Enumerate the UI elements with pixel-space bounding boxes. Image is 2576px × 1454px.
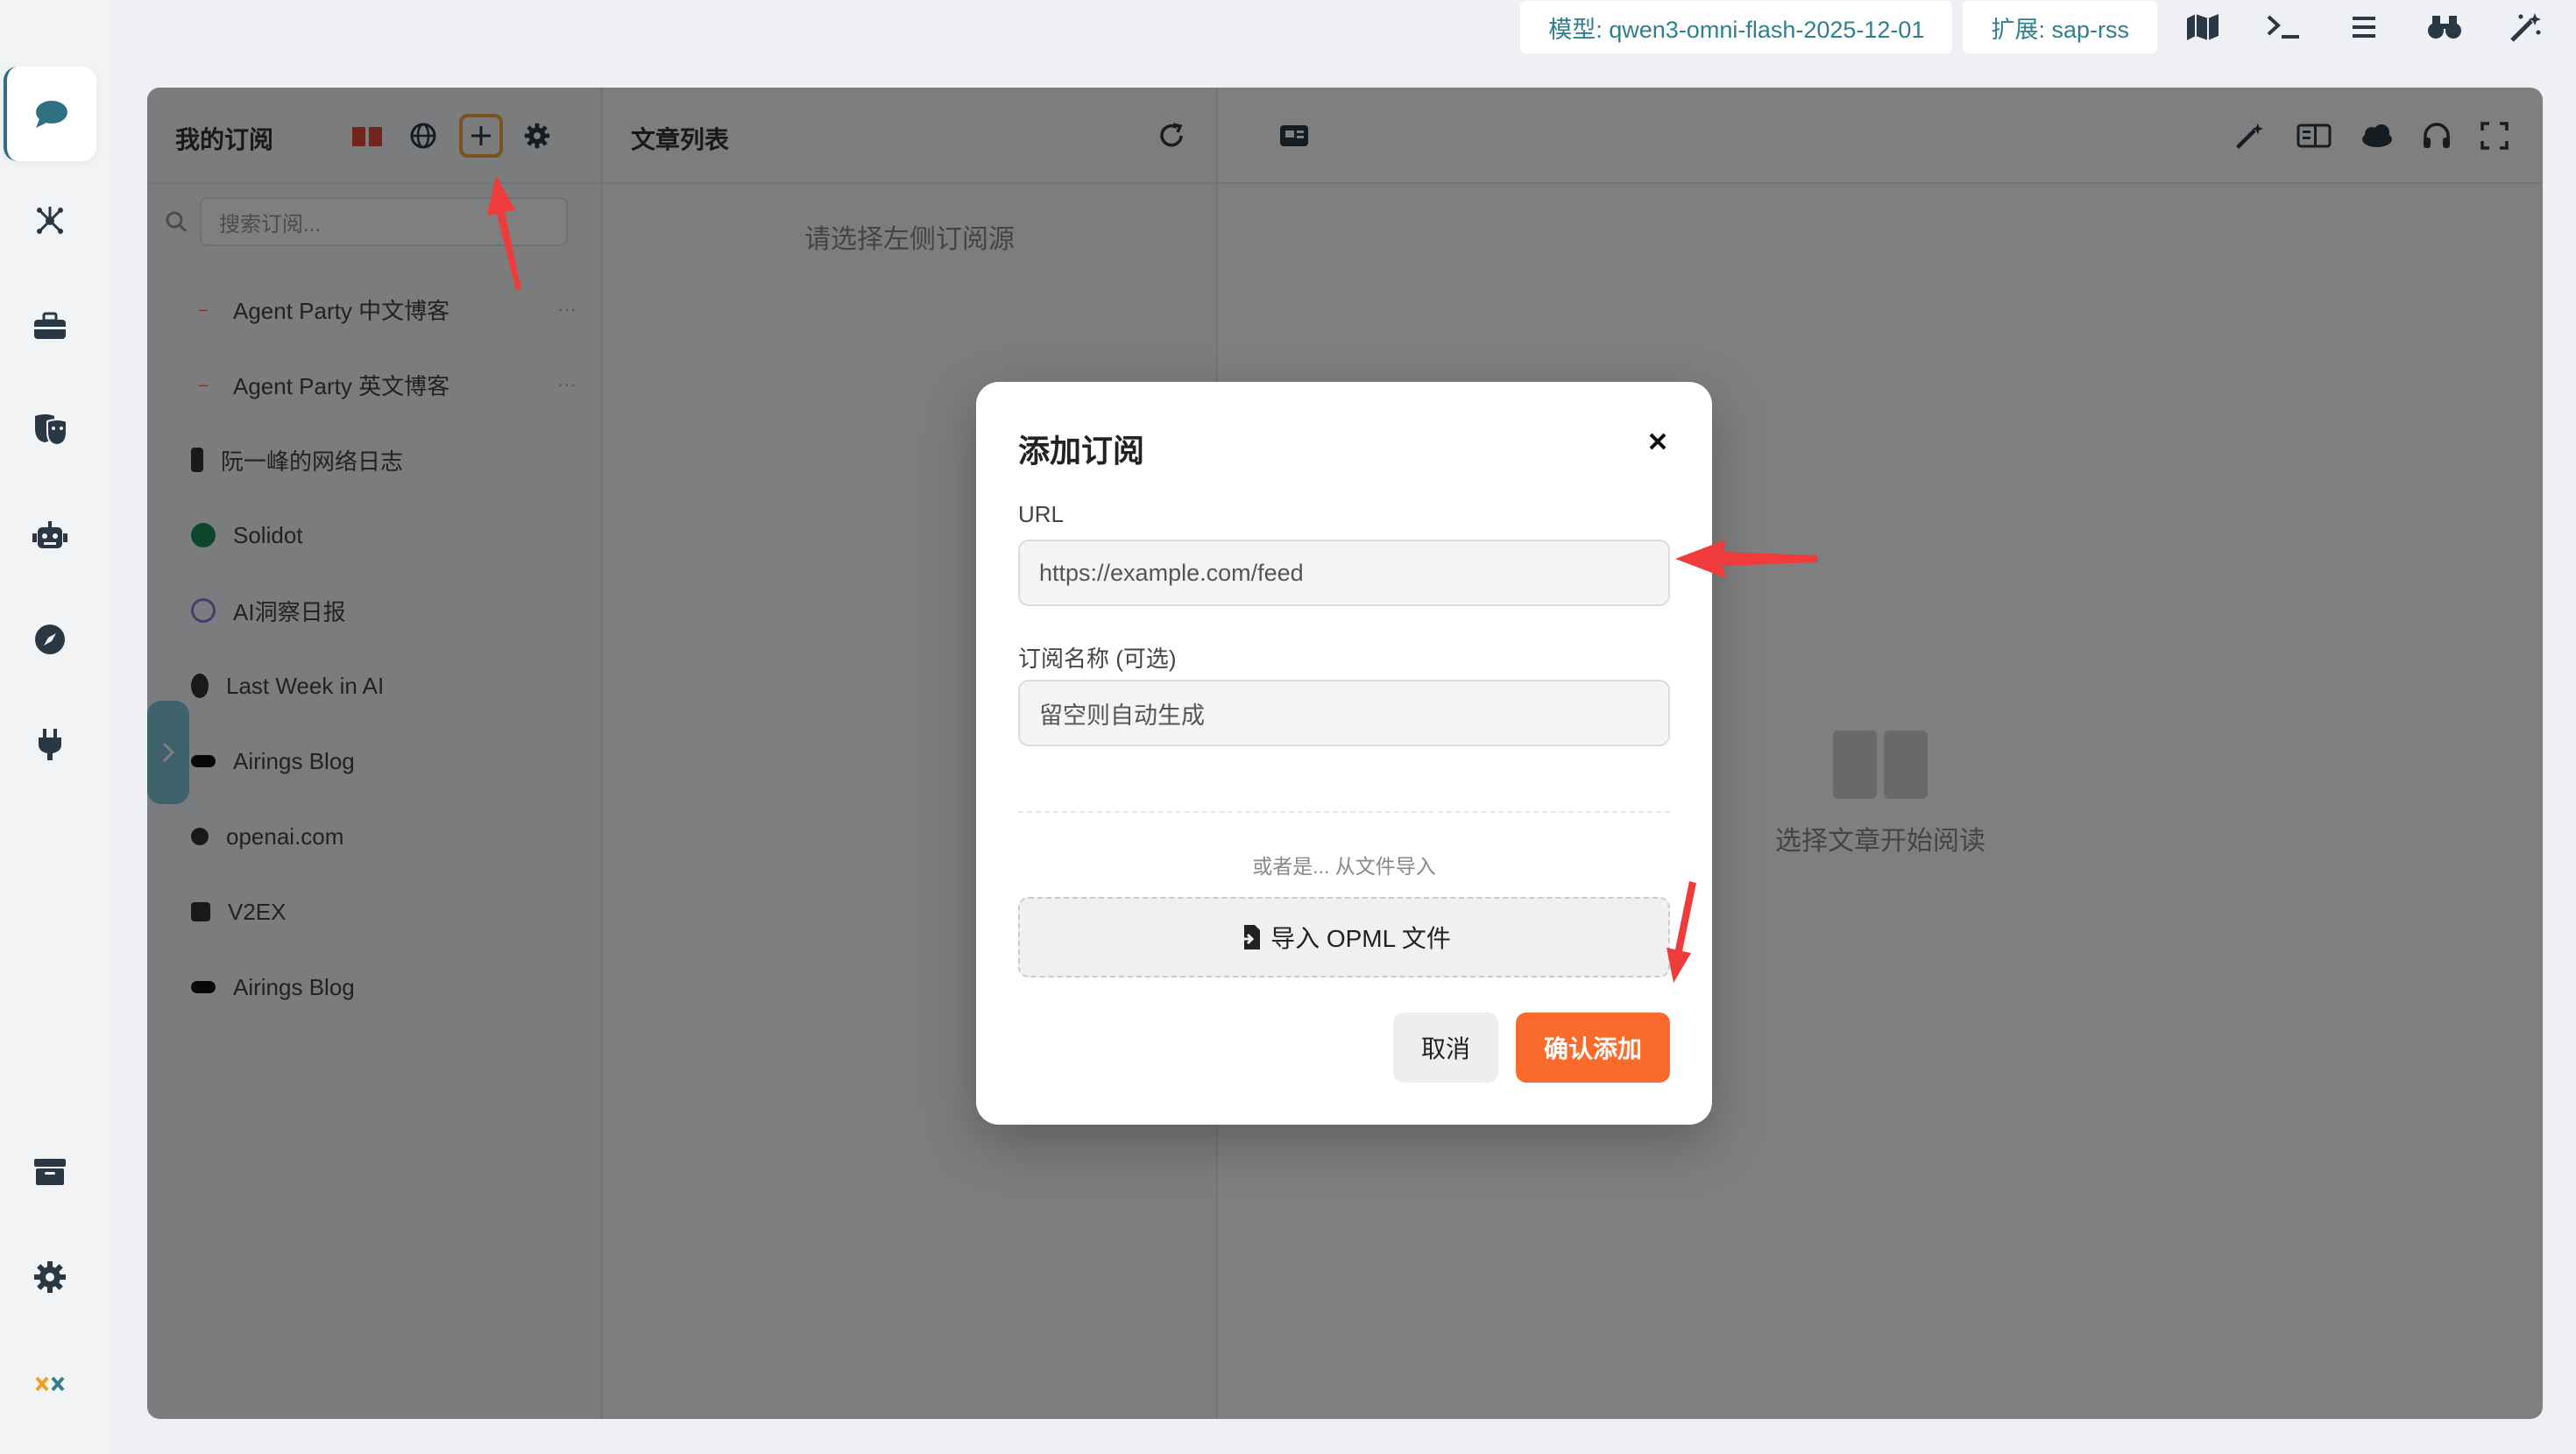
chat-bubble-icon <box>36 101 67 128</box>
annotation-arrow-icon <box>1675 540 1817 578</box>
terminal-icon[interactable] <box>2248 1 2318 53</box>
confirm-add-button[interactable]: 确认添加 <box>1516 1013 1670 1083</box>
import-opml-label: 导入 OPML 文件 <box>1270 925 1451 952</box>
annotation-arrow-icon <box>487 175 521 291</box>
model-selector[interactable]: 模型: qwen3-omni-flash-2025-12-01 <box>1520 1 1953 53</box>
close-icon <box>1649 433 1667 450</box>
archive-icon <box>34 1159 66 1185</box>
sidebar-item-archive[interactable] <box>4 1125 96 1219</box>
sidebar-item-plugins[interactable] <box>4 697 96 792</box>
sidebar-item-toolbox[interactable] <box>4 279 96 373</box>
url-input[interactable]: https://example.com/feed <box>1018 540 1670 606</box>
file-import-icon <box>1239 925 1261 949</box>
sidebar-item-settings[interactable] <box>4 1230 96 1324</box>
add-subscription-dialog: 添加订阅 URL https://example.com/feed 订阅名称 (… <box>976 382 1712 1125</box>
robot-icon <box>32 521 67 548</box>
binoculars-icon[interactable] <box>2410 1 2480 53</box>
app-sidebar <box>0 0 110 1454</box>
map-icon[interactable] <box>2168 1 2238 53</box>
name-label: 订阅名称 (可选) <box>1018 646 1177 672</box>
app-logo-icon <box>35 1376 65 1392</box>
plug-icon <box>39 729 61 760</box>
sidebar-item-chat[interactable] <box>4 67 96 161</box>
sidebar-item-explore[interactable] <box>4 592 96 687</box>
sidebar-item-agents[interactable] <box>4 489 96 583</box>
magic-wand-icon[interactable] <box>2490 1 2560 53</box>
sidebar-item-roles[interactable] <box>4 382 96 476</box>
toolbox-icon <box>34 312 66 339</box>
compass-icon <box>35 625 65 654</box>
name-input[interactable]: 留空则自动生成 <box>1018 680 1670 746</box>
menu-icon[interactable] <box>2329 1 2399 53</box>
close-button[interactable] <box>1642 426 1674 457</box>
divider <box>1018 811 1670 813</box>
annotation-arrow-icon <box>1667 881 1696 983</box>
sidebar-item-logo[interactable] <box>4 1337 96 1431</box>
import-opml-button[interactable]: 导入 OPML 文件 <box>1018 897 1670 978</box>
cancel-button[interactable]: 取消 <box>1393 1013 1498 1083</box>
sidebar-item-network[interactable] <box>4 173 96 268</box>
dialog-title: 添加订阅 <box>1018 433 1145 469</box>
network-icon <box>37 207 63 234</box>
gear-icon <box>34 1261 66 1293</box>
url-label: URL <box>1018 501 1065 527</box>
import-hint: 或者是... 从文件导入 <box>1252 855 1436 878</box>
extension-selector[interactable]: 扩展: sap-rss <box>1963 1 2157 53</box>
top-toolbar: 模型: qwen3-omni-flash-2025-12-01 扩展: sap-… <box>1520 0 2560 54</box>
theater-masks-icon <box>35 414 67 446</box>
